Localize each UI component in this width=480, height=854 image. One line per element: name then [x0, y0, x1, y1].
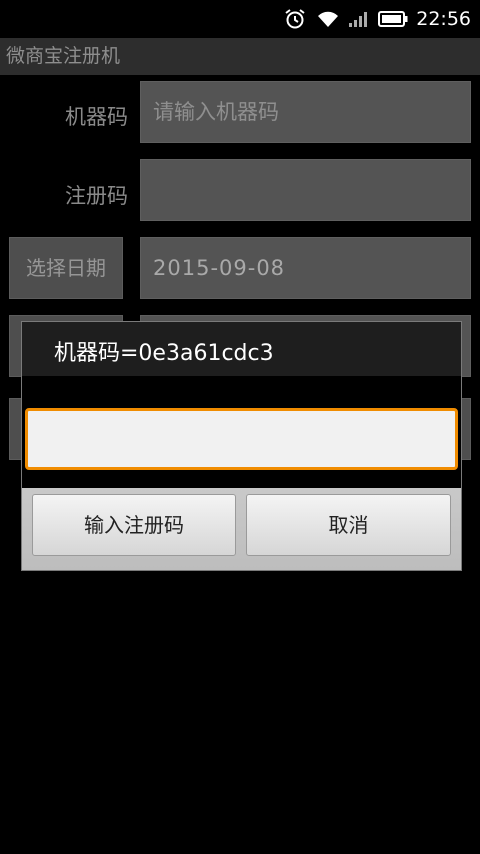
enter-reg-code-button[interactable]: 输入注册码 [32, 494, 236, 556]
machine-code-input[interactable]: 请输入机器码 [140, 81, 471, 143]
battery-icon [378, 10, 408, 28]
dialog-header: 机器码=0e3a61cdc3 [22, 322, 461, 376]
date-field[interactable]: 2015-09-08 [140, 237, 471, 299]
alarm-icon [284, 8, 306, 30]
status-bar: 22:56 [0, 0, 480, 38]
dialog-footer: 输入注册码 取消 [22, 488, 461, 570]
status-icons: 22:56 [284, 0, 480, 38]
wifi-icon [316, 9, 340, 29]
registration-code-input[interactable] [25, 408, 458, 470]
reg-code-label: 注册码 [65, 184, 128, 208]
cancel-button[interactable]: 取消 [246, 494, 451, 556]
signal-icon [348, 10, 370, 28]
status-clock: 22:56 [416, 8, 471, 30]
reg-code-input[interactable] [140, 159, 471, 221]
dialog-body [22, 376, 461, 488]
app-title-bar: 微商宝注册机 [0, 38, 480, 75]
dialog-title: 机器码=0e3a61cdc3 [54, 341, 274, 366]
machine-code-label: 机器码 [65, 105, 128, 129]
register-dialog: 机器码=0e3a61cdc3 输入注册码 取消 [21, 321, 462, 571]
select-date-button[interactable]: 选择日期 [9, 237, 123, 299]
app-title: 微商宝注册机 [6, 45, 121, 67]
